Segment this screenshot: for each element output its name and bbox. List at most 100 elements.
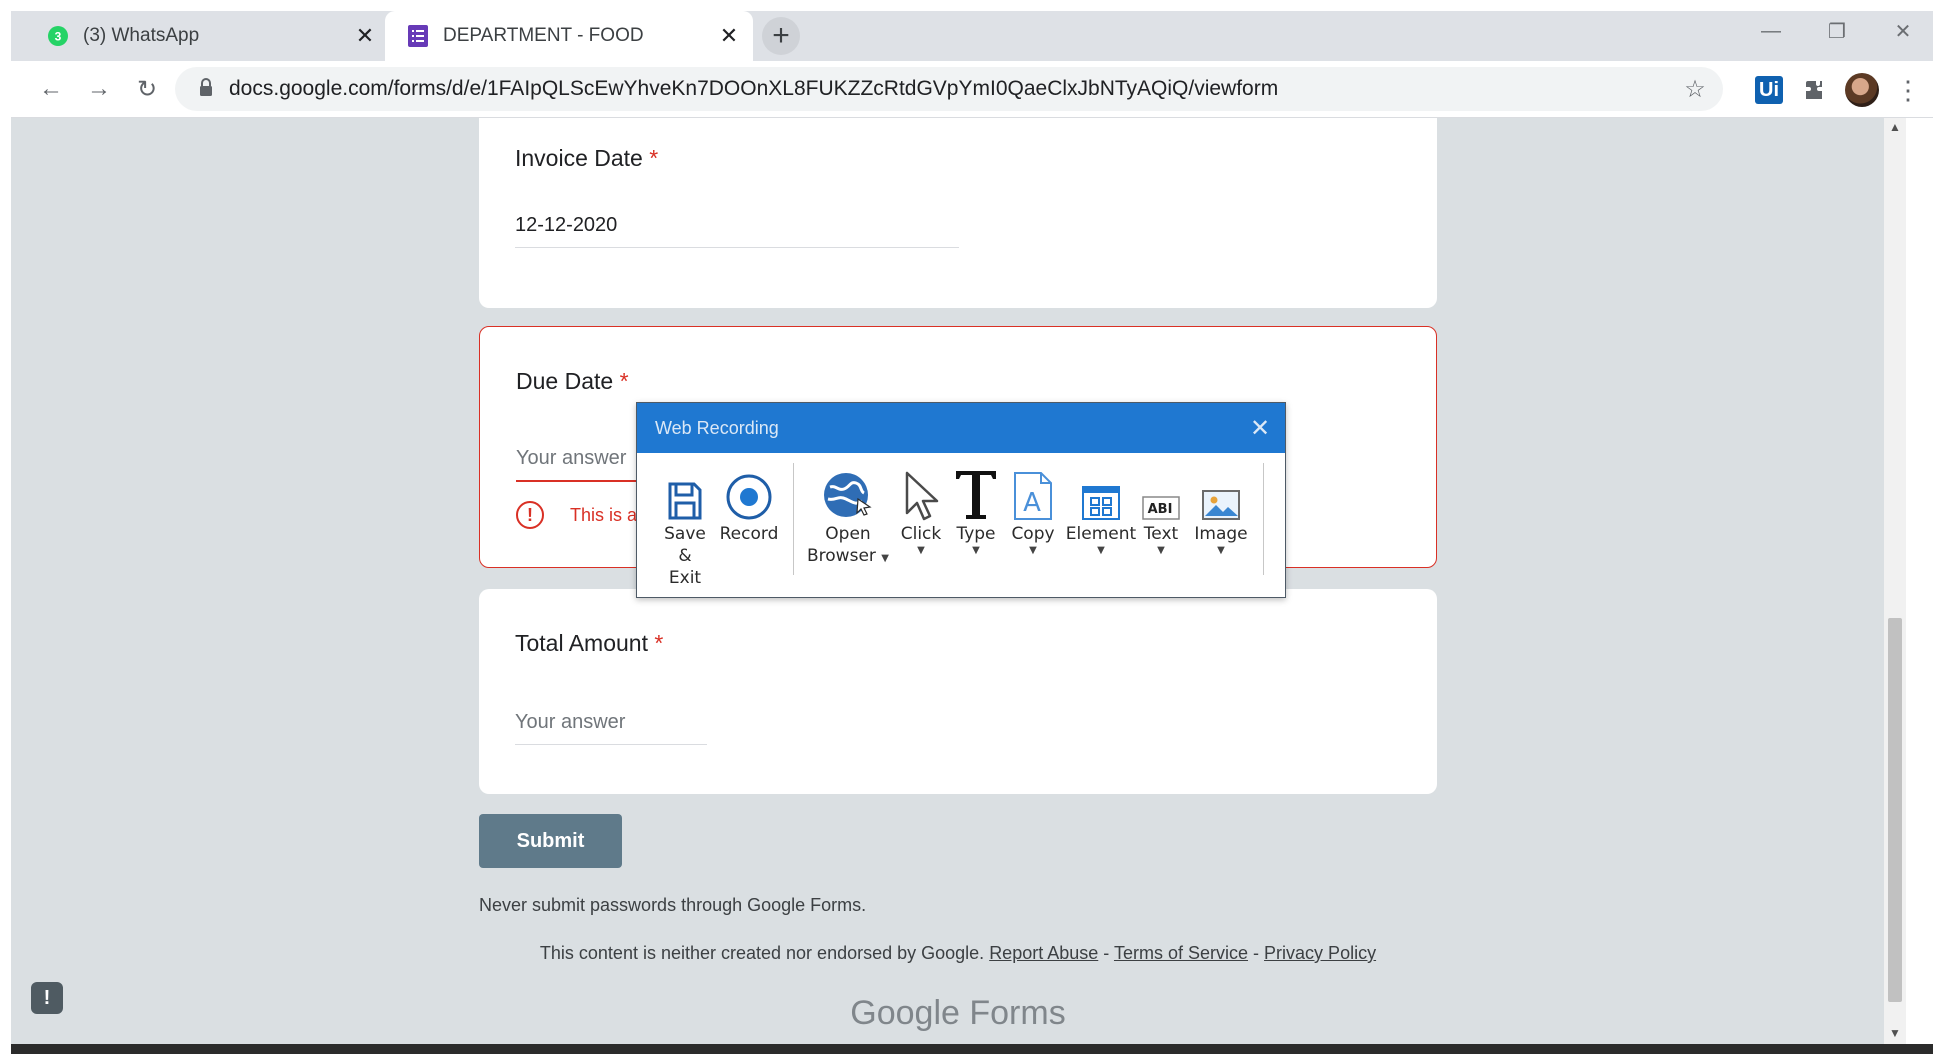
recorder-titlebar[interactable]: Web Recording ✕ bbox=[637, 403, 1285, 453]
chevron-down-icon[interactable]: ▼ bbox=[881, 553, 889, 564]
click-button[interactable]: Click ▼ bbox=[895, 463, 947, 557]
lock-icon bbox=[199, 77, 213, 101]
copy-icon: A bbox=[1013, 463, 1053, 521]
link-separator: - bbox=[1103, 943, 1110, 963]
bookmark-star-icon[interactable]: ☆ bbox=[1677, 75, 1713, 104]
minimize-icon[interactable]: — bbox=[1741, 11, 1801, 51]
cursor-icon bbox=[903, 463, 939, 521]
tool-label: Save bbox=[664, 524, 706, 544]
invoice-date-input[interactable]: 12-12-2020 bbox=[515, 214, 617, 237]
type-button[interactable]: Type ▼ bbox=[951, 463, 1001, 557]
tab-whatsapp[interactable]: 3 (3) WhatsApp ✕ bbox=[25, 11, 389, 61]
report-feedback-icon[interactable]: ! bbox=[31, 982, 63, 1014]
chevron-down-icon[interactable]: ▼ bbox=[972, 545, 980, 557]
disclaimer: This content is neither created nor endo… bbox=[479, 943, 1437, 964]
browser-toolbar: ← → ↻ docs.google.com/forms/d/e/1FAIpQLS… bbox=[11, 61, 1933, 118]
svg-text:A: A bbox=[1023, 488, 1041, 518]
image-icon bbox=[1201, 463, 1241, 521]
scroll-up-icon[interactable]: ▲ bbox=[1884, 120, 1906, 134]
save-exit-button[interactable]: Save & Exit bbox=[661, 463, 709, 589]
extensions-puzzle-icon[interactable] bbox=[1798, 73, 1832, 107]
recorder-tools: Save & Exit Record Open Browser ▼ Click ▼ bbox=[637, 453, 1285, 596]
new-tab-button[interactable]: + bbox=[762, 17, 800, 55]
question-title: Total Amount * bbox=[515, 630, 664, 656]
question-title: Due Date * bbox=[516, 368, 629, 394]
terms-of-service-link[interactable]: Terms of Service bbox=[1114, 943, 1248, 963]
whatsapp-icon: 3 bbox=[47, 25, 69, 47]
chevron-down-icon[interactable]: ▼ bbox=[1097, 545, 1105, 557]
url-text: docs.google.com/forms/d/e/1FAIpQLScEwYhv… bbox=[229, 77, 1279, 100]
address-bar[interactable]: docs.google.com/forms/d/e/1FAIpQLScEwYhv… bbox=[175, 67, 1723, 111]
question-card-invoice-date: Invoice Date * 12-12-2020 bbox=[479, 118, 1437, 308]
close-tab-icon[interactable]: ✕ bbox=[351, 22, 379, 50]
password-note: Never submit passwords through Google Fo… bbox=[479, 895, 867, 915]
globe-icon bbox=[822, 463, 874, 521]
tool-label: Click bbox=[900, 524, 942, 544]
error-icon: ! bbox=[516, 501, 544, 529]
record-icon bbox=[725, 463, 773, 521]
text-button[interactable]: ABI Text ▼ bbox=[1139, 463, 1183, 557]
scroll-down-icon[interactable]: ▼ bbox=[1884, 1026, 1906, 1040]
google-forms-logo[interactable]: Google Forms bbox=[479, 994, 1437, 1033]
question-card-total-amount: Total Amount * Your answer bbox=[479, 589, 1437, 794]
back-icon[interactable]: ← bbox=[33, 71, 69, 107]
forward-icon[interactable]: → bbox=[81, 71, 117, 107]
tool-label: Browser bbox=[807, 546, 876, 566]
link-separator: - bbox=[1253, 943, 1260, 963]
web-recording-window: Web Recording ✕ Save & Exit Record Open Br… bbox=[636, 402, 1286, 598]
input-underline bbox=[515, 247, 959, 248]
profile-avatar[interactable] bbox=[1845, 73, 1879, 107]
tool-label: & Exit bbox=[668, 546, 702, 588]
chevron-down-icon[interactable]: ▼ bbox=[1157, 545, 1165, 557]
tool-label: Image bbox=[1194, 524, 1248, 544]
privacy-policy-link[interactable]: Privacy Policy bbox=[1264, 943, 1376, 963]
element-icon bbox=[1081, 463, 1121, 521]
save-icon bbox=[667, 463, 703, 521]
chevron-down-icon[interactable]: ▼ bbox=[917, 545, 925, 557]
total-amount-input[interactable]: Your answer bbox=[515, 711, 625, 734]
svg-text:3: 3 bbox=[55, 30, 62, 44]
type-icon bbox=[954, 463, 998, 521]
taskbar-edge bbox=[11, 1044, 1933, 1054]
svg-text:ABI: ABI bbox=[1148, 502, 1173, 517]
window-close-icon[interactable]: ✕ bbox=[1873, 11, 1933, 51]
copy-button[interactable]: A Copy ▼ bbox=[1005, 463, 1061, 557]
element-button[interactable]: Element ▼ bbox=[1065, 463, 1137, 557]
tool-label: Element bbox=[1065, 524, 1137, 544]
page-scrollbar[interactable]: ▲ ▼ bbox=[1884, 118, 1906, 1044]
tab-title: DEPARTMENT - FOOD bbox=[443, 25, 644, 46]
tab-title: (3) WhatsApp bbox=[83, 25, 200, 46]
scroll-thumb[interactable] bbox=[1888, 618, 1902, 1002]
question-title: Invoice Date * bbox=[515, 145, 659, 171]
tool-separator bbox=[793, 463, 794, 575]
uipath-extension-icon[interactable]: Ui bbox=[1755, 76, 1783, 104]
tool-label: Open bbox=[825, 524, 871, 544]
due-date-input[interactable]: Your answer bbox=[516, 447, 626, 470]
input-underline bbox=[515, 744, 707, 745]
text-icon: ABI bbox=[1142, 463, 1180, 521]
chevron-down-icon[interactable]: ▼ bbox=[1029, 545, 1037, 557]
record-button[interactable]: Record bbox=[719, 463, 779, 545]
tool-label: Record bbox=[719, 524, 779, 544]
tool-label: Text bbox=[1143, 524, 1179, 544]
reload-icon[interactable]: ↻ bbox=[129, 71, 165, 107]
tab-strip: 3 (3) WhatsApp ✕ DEPARTMENT - FOOD ✕ + —… bbox=[11, 11, 1933, 61]
tab-department-food[interactable]: DEPARTMENT - FOOD ✕ bbox=[385, 11, 753, 61]
forms-icon bbox=[407, 25, 429, 47]
image-button[interactable]: Image ▼ bbox=[1189, 463, 1253, 557]
close-tab-icon[interactable]: ✕ bbox=[715, 22, 743, 50]
chevron-down-icon[interactable]: ▼ bbox=[1217, 545, 1225, 557]
recorder-close-icon[interactable]: ✕ bbox=[1235, 414, 1285, 443]
menu-kebab-icon[interactable]: ⋮ bbox=[1891, 73, 1925, 107]
tool-label: Copy bbox=[1011, 524, 1055, 544]
tool-separator bbox=[1263, 463, 1264, 575]
logo-google-text: Google bbox=[850, 994, 960, 1032]
submit-button[interactable]: Submit bbox=[479, 814, 622, 868]
logo-forms-text: Forms bbox=[969, 994, 1066, 1032]
report-abuse-link[interactable]: Report Abuse bbox=[989, 943, 1098, 963]
recorder-title: Web Recording bbox=[655, 417, 779, 438]
restore-icon[interactable]: ❐ bbox=[1807, 11, 1867, 51]
tool-label: Type bbox=[956, 524, 996, 544]
open-browser-button[interactable]: Open Browser ▼ bbox=[803, 463, 893, 567]
disclaimer-text: This content is neither created nor endo… bbox=[539, 943, 985, 963]
